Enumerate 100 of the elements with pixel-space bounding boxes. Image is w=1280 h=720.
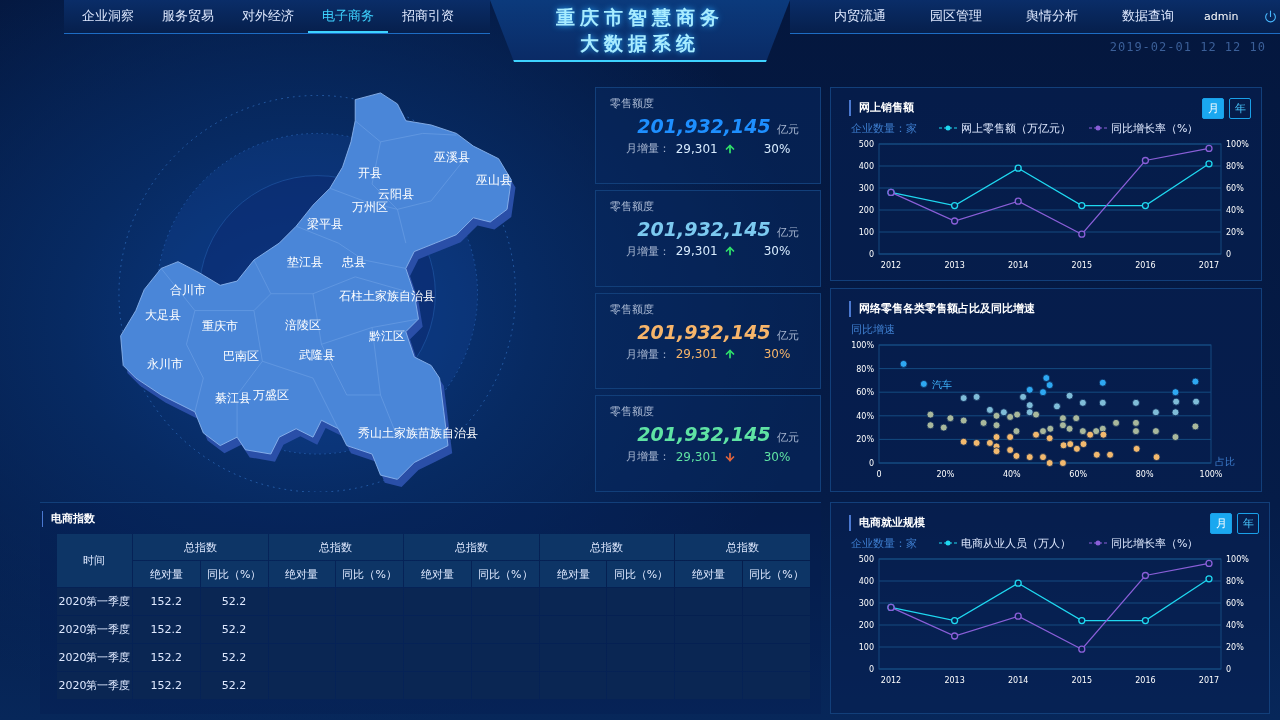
table-cell: 152.2 [132, 672, 200, 699]
column-header: 绝对量 [675, 561, 743, 587]
data-point [1014, 612, 1022, 620]
data-point [992, 421, 1001, 430]
column-header: 时间 [57, 534, 132, 587]
region-label: 大足县 [144, 308, 181, 323]
nav-tab[interactable]: 招商引资 [388, 0, 468, 33]
data-point [1053, 402, 1061, 411]
axis-tick: 20% [856, 435, 874, 445]
legend-item: 同比增长率（%） [1089, 120, 1199, 136]
data-point [1092, 427, 1101, 436]
column-header: 同比（%） [471, 561, 539, 587]
region-label: 石柱土家族自治县 [339, 288, 436, 303]
period-toggle[interactable]: 年 [1229, 97, 1251, 119]
point-annotation: 汽车 [931, 378, 952, 390]
nav-tab[interactable]: 电子商务 [308, 0, 388, 33]
data-point [1106, 450, 1114, 459]
table-cell: 2020第一季度 [57, 616, 132, 643]
region-label: 万州区 [352, 200, 389, 215]
axis-tick: 0 [876, 470, 882, 479]
axis-tick: 20% [1226, 643, 1244, 652]
data-point [1152, 408, 1160, 417]
data-point [1098, 378, 1107, 387]
table-cell: 52.2 [200, 644, 268, 671]
user-name: admin [1204, 10, 1239, 23]
data-point [999, 408, 1008, 417]
delta-label: 月增量： [625, 346, 670, 362]
data-point [1014, 164, 1022, 172]
axis-tick: 20% [936, 470, 955, 479]
axis-tick: 500 [858, 555, 874, 564]
delta-percent: 30% [763, 244, 791, 259]
column-header: 同比（%） [336, 561, 404, 587]
axis-tick: 2017 [1198, 261, 1220, 270]
data-point [1025, 408, 1034, 417]
axis-tick: 200 [858, 206, 874, 215]
region-label: 黔江区 [369, 329, 406, 344]
nav-tab[interactable]: 数据查询 [1108, 0, 1188, 33]
region-label: 合川市 [170, 282, 207, 297]
column-header: 总指数 [404, 534, 539, 560]
data-point [1141, 201, 1150, 210]
period-toggle[interactable]: 年 [1237, 512, 1259, 534]
data-point [1072, 414, 1081, 423]
column-header: 同比（%） [200, 561, 268, 587]
data-point [1025, 453, 1034, 461]
data-point [1078, 230, 1086, 238]
data-point [1014, 197, 1022, 205]
region-label: 重庆市 [202, 319, 239, 333]
kpi-unit: 亿元 [776, 122, 799, 137]
data-point [1025, 401, 1034, 410]
region-label: 巫溪县 [434, 150, 471, 165]
data-point [1065, 391, 1074, 400]
axis-tick: 2014 [1008, 676, 1029, 685]
nav-tab[interactable]: 舆情分析 [1012, 0, 1092, 33]
nav-tab[interactable]: 内贸流通 [820, 0, 900, 33]
axis-note: 企业数量：家 [851, 120, 917, 136]
delta-value: 29,301 [675, 449, 718, 464]
data-point [1171, 433, 1180, 441]
legend-swatch-icon [1089, 540, 1107, 546]
axis-tick: 2016 [1135, 676, 1156, 685]
data-point [939, 423, 948, 432]
kpi-unit: 亿元 [776, 327, 799, 343]
axis-tick: 60% [1226, 599, 1244, 608]
table-cell: 152.2 [132, 616, 200, 643]
region-label: 云阳县 [377, 187, 414, 202]
axis-tick: 80% [1226, 162, 1244, 171]
panel-title: 网上销售额 [849, 100, 914, 116]
axis-tick: 60% [856, 388, 874, 398]
nav-tab[interactable]: 服务贸易 [148, 0, 228, 33]
delta-percent: 30% [763, 141, 791, 156]
kpi-value: 201,932,145 [637, 217, 771, 240]
column-header: 绝对量 [132, 561, 200, 587]
legend-swatch-icon [939, 540, 957, 546]
axis-tick: 200 [858, 621, 874, 630]
data-point [1141, 571, 1150, 580]
legend-item: 电商从业人员（万人） [939, 535, 1071, 551]
data-point [992, 411, 1001, 420]
column-header: 同比（%） [743, 561, 810, 587]
data-point [1092, 450, 1101, 459]
table-cell: 52.2 [200, 616, 268, 643]
kpi-unit: 亿元 [776, 224, 799, 240]
data-point [946, 414, 955, 423]
axis-title: 同比增速 [851, 321, 895, 337]
nav-tab[interactable]: 对外经济 [228, 0, 308, 33]
logout-button[interactable] [1264, 10, 1278, 23]
axis-tick: 2015 [1071, 261, 1092, 270]
delta-percent: 30% [763, 449, 791, 464]
data-point [950, 217, 959, 225]
data-point [1098, 424, 1107, 433]
region-label: 梁平县 [306, 216, 343, 231]
nav-tab[interactable]: 企业洞察 [68, 0, 148, 33]
axis-tick: 100% [1226, 555, 1249, 564]
kpi-value: 201,932,145 [637, 423, 771, 446]
data-point [950, 201, 959, 210]
axis-tick: 0 [868, 250, 874, 259]
table-cell: 2020第一季度 [57, 588, 132, 615]
data-point [1191, 422, 1200, 431]
nav-tab[interactable]: 园区管理 [916, 0, 996, 33]
data-point [1046, 424, 1055, 433]
region-label: 垫江县 [286, 254, 323, 269]
kpi-label: 零售额度 [610, 301, 655, 317]
